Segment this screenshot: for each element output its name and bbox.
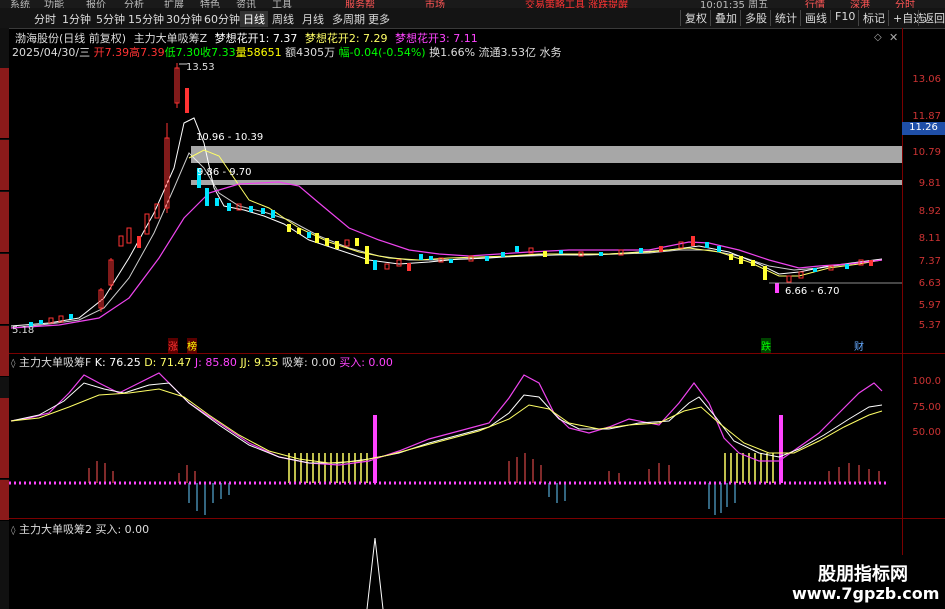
tag-bang[interactable]: 榜 bbox=[187, 338, 197, 353]
kdj-k-line bbox=[10, 382, 883, 464]
overlay-button[interactable]: 叠加 bbox=[710, 10, 741, 26]
watermark-box: 股朋指标网 www.7gpzb.com bbox=[768, 555, 945, 609]
kdj-chart bbox=[9, 372, 887, 515]
period-5min[interactable]: 5分钟 bbox=[96, 11, 125, 27]
period-multi[interactable]: 多周期 bbox=[332, 11, 365, 27]
menu-market[interactable]: 市场 bbox=[425, 0, 445, 8]
low-price-label: 5.18 bbox=[12, 325, 35, 336]
sub-pane-kdj: ◊ 主力大单吸筹F K: 76.25 D: 71.47 J: 85.80 JJ:… bbox=[9, 353, 945, 519]
ma-white-fast bbox=[10, 117, 883, 327]
y-tick-811: 8.11 bbox=[918, 233, 941, 244]
period-toolbar: 分时 1分钟 5分钟 15分钟 30分钟 60分钟 日线 周线 月线 多周期 更… bbox=[0, 8, 945, 29]
menu-tools[interactable]: 工具 bbox=[272, 0, 292, 8]
menu-special[interactable]: 特色 bbox=[200, 0, 220, 8]
y-tick-537: 5.37 bbox=[918, 320, 941, 331]
y-tick-1306: 13.06 bbox=[912, 74, 941, 85]
clock-text: 10:01:35 周五 bbox=[700, 0, 769, 8]
sub1-y-100: 100.0 bbox=[912, 376, 941, 387]
menu-quote[interactable]: 报价 bbox=[86, 0, 106, 8]
buy-spike-1 bbox=[373, 415, 377, 483]
menu-extend[interactable]: 扩展 bbox=[164, 0, 184, 8]
high-price-label: 13.53 bbox=[186, 62, 215, 73]
main-chart-pane: 渤海股份(日线 前复权) 主力大单吸筹Z 梦想花开1: 7.37 梦想花开2: … bbox=[9, 28, 945, 354]
candles-group bbox=[29, 63, 873, 327]
zone1-label: 10.96 - 10.39 bbox=[196, 132, 264, 143]
yellow-accumulation-bars bbox=[288, 453, 774, 483]
menu-sh[interactable]: 深港 bbox=[850, 0, 870, 8]
stats-button[interactable]: 统计 bbox=[770, 10, 801, 26]
menu-news[interactable]: 资讯 bbox=[236, 0, 256, 8]
menu-system[interactable]: 系统 bbox=[10, 0, 30, 8]
y-axis-line bbox=[902, 28, 903, 353]
period-monthly[interactable]: 月线 bbox=[302, 11, 324, 27]
zone3-label: 6.66 - 6.70 bbox=[785, 286, 840, 297]
period-1min[interactable]: 1分钟 bbox=[62, 11, 91, 27]
tab-chart[interactable] bbox=[0, 140, 9, 191]
back-button[interactable]: 返回 bbox=[918, 10, 945, 26]
menu-fs[interactable]: 分时 bbox=[895, 0, 915, 8]
tab-more[interactable] bbox=[0, 326, 9, 377]
watermark-url: www.7gpzb.com bbox=[792, 584, 940, 603]
sub1-y-50: 50.00 bbox=[912, 427, 941, 438]
cyan-flow-bars bbox=[188, 483, 736, 515]
kdj-j-line bbox=[10, 372, 883, 466]
tag-die[interactable]: 跌 bbox=[761, 338, 771, 353]
period-30min[interactable]: 30分钟 bbox=[166, 11, 202, 27]
zone2-label: 9.86 - 9.70 bbox=[197, 167, 252, 178]
tag-zhang[interactable]: 涨 bbox=[168, 338, 178, 353]
ma-white-slow bbox=[10, 152, 883, 329]
left-vertical-tabs bbox=[0, 28, 9, 609]
menu-analysis[interactable]: 分析 bbox=[124, 0, 144, 8]
watermark-title: 股朋指标网 bbox=[818, 564, 908, 585]
tab-tech-analysis[interactable] bbox=[0, 68, 9, 139]
period-60min[interactable]: 60分钟 bbox=[204, 11, 240, 27]
period-weekly[interactable]: 周线 bbox=[272, 11, 294, 27]
y-tick-1187: 11.87 bbox=[912, 111, 941, 122]
sub1-y-75: 75.00 bbox=[912, 402, 941, 413]
adjust-button[interactable]: 复权 bbox=[680, 10, 711, 26]
candlestick-chart bbox=[10, 63, 902, 329]
y-tick-597: 5.97 bbox=[918, 300, 941, 311]
period-15min[interactable]: 15分钟 bbox=[128, 11, 164, 27]
y-tick-663: 6.63 bbox=[918, 278, 941, 289]
draw-line-button[interactable]: 画线 bbox=[800, 10, 831, 26]
tab-level2[interactable] bbox=[0, 480, 9, 521]
period-daily[interactable]: 日线 bbox=[240, 11, 268, 27]
y-tick-737: 7.37 bbox=[918, 256, 941, 267]
y-tick-1079: 10.79 bbox=[912, 147, 941, 158]
kdj-d-line bbox=[10, 388, 883, 464]
tab-fund-flow[interactable] bbox=[0, 398, 9, 479]
y-tick-892: 8.92 bbox=[918, 206, 941, 217]
ma-yellow bbox=[188, 149, 883, 277]
top-menu-bar: 系统 功能 报价 分析 扩展 特色 资讯 工具 服务帮 市场 交易策略工具 涨跌… bbox=[0, 0, 945, 8]
marquee-text: 交易策略工具 涨跌提醒 bbox=[525, 0, 629, 8]
menu-function[interactable]: 功能 bbox=[44, 0, 64, 8]
menu-service[interactable]: 服务帮 bbox=[345, 0, 375, 8]
multi-stock-button[interactable]: 多股 bbox=[740, 10, 771, 26]
buy-spike-2 bbox=[779, 415, 783, 483]
period-fenshi[interactable]: 分时 bbox=[34, 11, 56, 27]
sub1-y-axis bbox=[902, 353, 903, 518]
current-price-badge: 11.26 bbox=[902, 122, 945, 135]
tab-fundamentals[interactable] bbox=[0, 192, 9, 253]
mark-button[interactable]: 标记 bbox=[858, 10, 889, 26]
tag-cai[interactable]: 财 bbox=[854, 338, 864, 353]
buy-signal-peak bbox=[366, 537, 384, 609]
menu-hq[interactable]: 行情 bbox=[805, 0, 825, 8]
period-more[interactable]: 更多 bbox=[368, 11, 390, 27]
tab-linked[interactable] bbox=[0, 254, 9, 325]
f10-button[interactable]: F10 bbox=[830, 10, 859, 23]
y-tick-981: 9.81 bbox=[918, 178, 941, 189]
